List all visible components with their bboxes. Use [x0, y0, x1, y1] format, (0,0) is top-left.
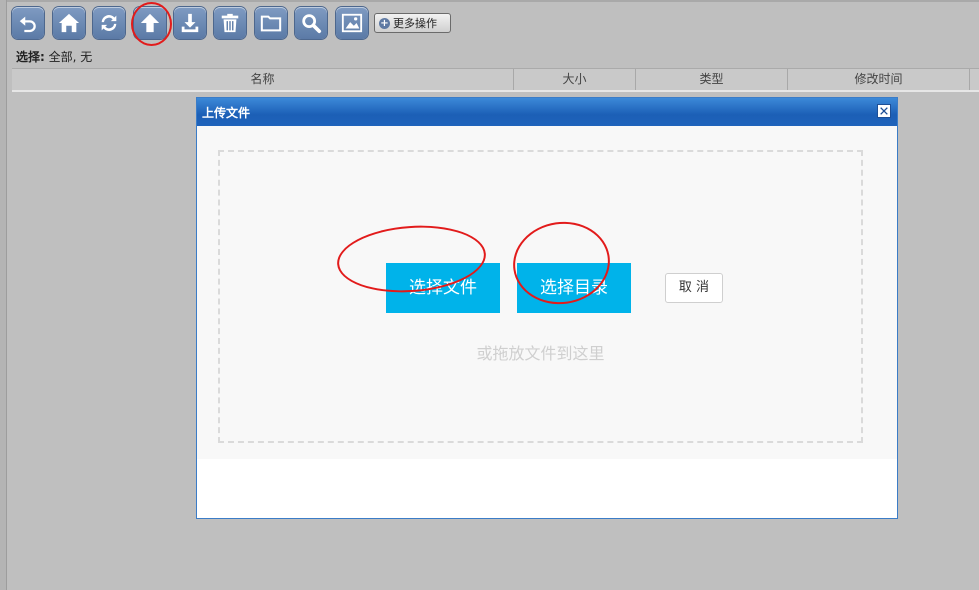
home-icon — [58, 13, 80, 33]
column-header-modified[interactable]: 修改时间 — [788, 69, 970, 90]
annotation-circle-upload — [131, 2, 172, 46]
refresh-icon — [101, 15, 117, 31]
table-header: 名称 大小 类型 修改时间 — [12, 68, 979, 92]
drop-hint-text: 或拖放文件到这里 — [476, 344, 605, 363]
selection-value[interactable]: 全部, 无 — [49, 50, 93, 64]
column-header-type[interactable]: 类型 — [636, 69, 788, 90]
folder-icon — [260, 15, 282, 32]
plus-circle-icon: + — [379, 17, 390, 29]
dialog-close-button[interactable] — [877, 104, 891, 118]
trash-icon — [221, 13, 239, 33]
more-actions-button[interactable]: + 更多操作 — [374, 13, 451, 33]
delete-button[interactable] — [214, 7, 246, 39]
image-icon — [341, 13, 363, 33]
home-button[interactable] — [53, 7, 85, 39]
back-arrow-icon — [19, 16, 36, 33]
column-header-name[interactable]: 名称 — [12, 69, 514, 90]
more-actions-label: 更多操作 — [393, 17, 437, 30]
download-icon — [181, 13, 199, 33]
search-icon — [302, 14, 322, 34]
back-button[interactable] — [12, 7, 44, 39]
image-view-button[interactable] — [336, 7, 368, 39]
download-button[interactable] — [174, 7, 206, 39]
new-folder-button[interactable] — [255, 7, 287, 39]
close-icon — [880, 107, 888, 115]
cancel-button[interactable]: 取 消 — [665, 273, 723, 303]
column-header-size[interactable]: 大小 — [514, 69, 636, 90]
left-border — [0, 0, 7, 590]
search-button[interactable] — [295, 7, 327, 39]
selection-line: 选择: 全部, 无 — [16, 48, 92, 65]
refresh-button[interactable] — [93, 7, 125, 39]
selection-label: 选择: — [16, 50, 45, 64]
dialog-title: 上传文件 — [197, 98, 897, 126]
upload-dialog: 上传文件 选择文件 选择目录 取 消 或拖放文件到这里 — [196, 97, 898, 519]
